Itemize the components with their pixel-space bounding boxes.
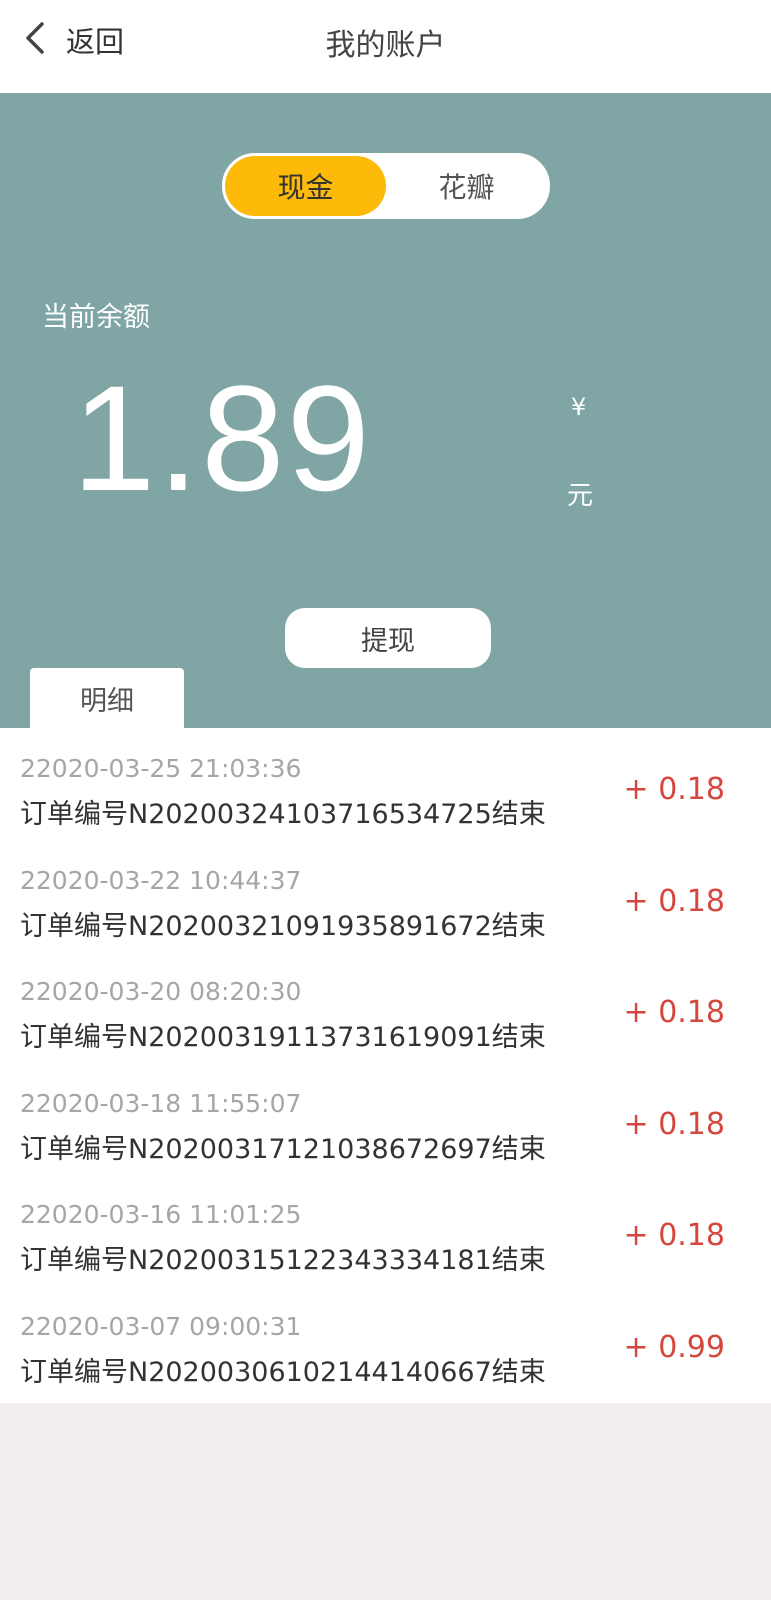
page-title: 我的账户 (325, 28, 446, 63)
balance-label: 当前余额 (42, 302, 150, 333)
toggle-petals[interactable]: 花瓣 (386, 156, 547, 216)
list-item[interactable]: 22020-03-16 11:01:25 订单编号N20200315122343… (0, 1174, 771, 1286)
transaction-amount: + 0.99 (623, 1329, 725, 1365)
transaction-desc: 订单编号N20200306102144140667结束 (20, 1356, 546, 1388)
transaction-list: 22020-03-25 21:03:36 订单编号N20200324103716… (0, 728, 771, 1403)
top-bar: 返回 我的账户 (0, 0, 771, 93)
transaction-amount: + 0.18 (623, 772, 725, 807)
list-item[interactable]: 22020-03-07 09:00:31 订单编号N20200306102144… (0, 1286, 771, 1398)
balance-value: 1.89 (72, 354, 372, 522)
toggle-cash[interactable]: 现金 (225, 156, 386, 216)
transaction-amount: + 0.18 (623, 883, 725, 919)
transaction-date: 22020-03-22 10:44:37 (20, 865, 302, 895)
transaction-date: 22020-03-16 11:01:25 (20, 1200, 302, 1229)
transaction-desc: 订单编号N202003241037165347​25结束 (20, 799, 546, 830)
currency-symbol: ¥ (571, 393, 587, 421)
transaction-desc: 订单编号N20200317121038672697结束 (20, 1133, 546, 1165)
list-item[interactable]: 22020-03-20 08:20:30 订单编号N20200319113731… (0, 951, 771, 1063)
balance-panel: 现金 花瓣 当前余额 1.89 ¥ 元 提现 明细 (0, 93, 771, 728)
list-item[interactable]: 22020-03-18 11:55:07 订单编号N20200317121038… (0, 1063, 771, 1175)
transaction-date: 22020-03-07 09:00:31 (20, 1311, 302, 1341)
transaction-desc: 订单编号N20200319113731619091结束 (20, 1022, 546, 1053)
withdraw-button[interactable]: 提现 (285, 608, 491, 668)
account-type-toggle: 现金 花瓣 (222, 153, 550, 219)
transaction-date: 22020-03-18 11:55:07 (20, 1088, 302, 1118)
transaction-desc: 订单编号N20200315122343334181结束 (20, 1245, 546, 1276)
transaction-amount: + 0.18 (623, 1218, 725, 1253)
transaction-date: 22020-03-25 21:03:36 (20, 754, 302, 783)
transaction-desc: 订单编号N20200321091935891672结束 (20, 910, 546, 942)
currency-unit: 元 (567, 481, 594, 511)
list-item[interactable]: 22020-03-22 10:44:37 订单编号N20200321091935… (0, 840, 771, 952)
tab-detail[interactable]: 明细 (30, 668, 184, 728)
transaction-date: 22020-03-20 08:20:30 (20, 977, 302, 1006)
list-item[interactable]: 22020-03-25 21:03:36 订单编号N20200324103716… (0, 728, 771, 840)
transaction-amount: + 0.18 (623, 995, 725, 1030)
transaction-amount: + 0.18 (623, 1106, 725, 1142)
